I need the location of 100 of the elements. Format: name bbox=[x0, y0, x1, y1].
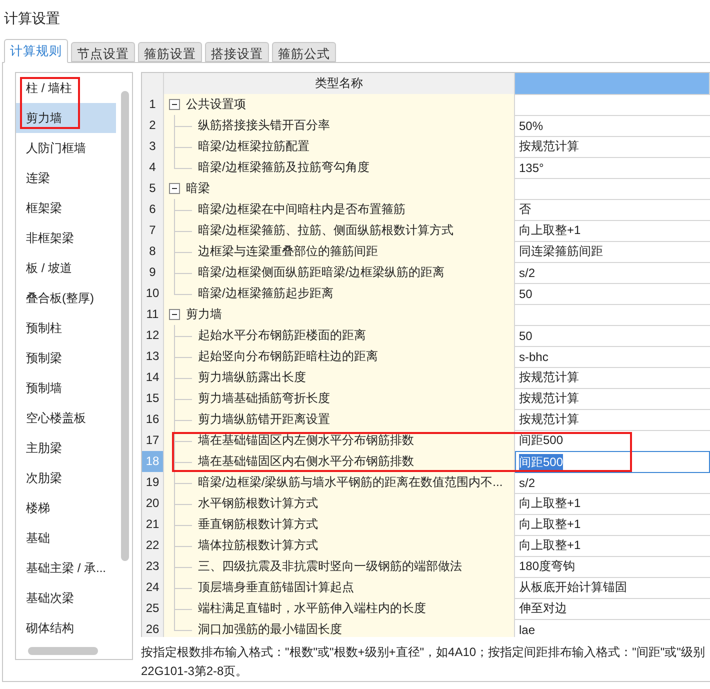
setting-value[interactable]: 按规范计算 bbox=[515, 367, 710, 389]
setting-name: 纵筋搭接接头错开百分率 bbox=[198, 117, 330, 134]
setting-name: 暗梁/边框梁拉筋配置 bbox=[198, 138, 310, 155]
setting-value[interactable]: s/2 bbox=[515, 472, 710, 494]
setting-name: 三、四级抗震及非抗震时竖向一级钢筋的端部做法 bbox=[198, 558, 462, 575]
row-number: 25 bbox=[142, 598, 164, 620]
row-number: 20 bbox=[142, 493, 164, 515]
setting-value[interactable]: 135° bbox=[515, 157, 710, 179]
setting-value[interactable]: 间距500 bbox=[515, 430, 710, 452]
category-item[interactable]: 叠合板(整厚) bbox=[16, 283, 116, 313]
category-item[interactable]: 基础主梁 / 承... bbox=[16, 553, 116, 583]
setting-name: 起始水平分布钢筋距楼面的距离 bbox=[198, 327, 366, 344]
tree-line bbox=[174, 472, 192, 493]
setting-value[interactable]: 伸至对边 bbox=[515, 598, 710, 620]
setting-value[interactable]: 按规范计算 bbox=[515, 409, 710, 431]
category-item[interactable]: 预制墙 bbox=[16, 373, 116, 403]
setting-value[interactable]: lae bbox=[515, 619, 710, 637]
scrollbar-thumb[interactable] bbox=[121, 91, 129, 561]
setting-name: 端柱满足直锚时，水平筋伸入端柱内的长度 bbox=[198, 600, 426, 617]
setting-value[interactable]: 否 bbox=[515, 199, 710, 221]
window-title: 计算设置 bbox=[3, 9, 61, 28]
setting-name: 垂直钢筋根数计算方式 bbox=[198, 516, 318, 533]
category-item[interactable]: 基础 bbox=[16, 523, 116, 553]
row-number: 3 bbox=[142, 136, 164, 158]
setting-value[interactable]: s/2 bbox=[515, 262, 710, 284]
setting-name: 墙体拉筋根数计算方式 bbox=[198, 537, 318, 554]
tree-line bbox=[174, 199, 192, 220]
row-number: 16 bbox=[142, 409, 164, 431]
row-number: 24 bbox=[142, 577, 164, 599]
tree-line bbox=[174, 556, 192, 577]
setting-value[interactable]: 向上取整+1 bbox=[515, 220, 710, 242]
category-item[interactable]: 主肋梁 bbox=[16, 433, 116, 463]
setting-name: 暗梁/边框梁侧面纵筋距暗梁/边框梁纵筋的距离 bbox=[198, 264, 445, 281]
tree-line bbox=[174, 262, 192, 283]
setting-value[interactable]: 向上取整+1 bbox=[515, 535, 710, 557]
tab[interactable]: 计算规则 bbox=[4, 39, 68, 63]
setting-value[interactable]: 180度弯钩 bbox=[515, 556, 710, 578]
setting-value[interactable]: 50 bbox=[515, 325, 710, 347]
setting-name: 剪力墙基础插筋弯折长度 bbox=[198, 390, 330, 407]
category-item[interactable]: 板 / 坡道 bbox=[16, 253, 116, 283]
collapse-icon[interactable] bbox=[169, 183, 180, 194]
setting-name: 洞口加强筋的最小锚固长度 bbox=[198, 621, 342, 637]
setting-name: 墙在基础锚固区内右侧水平分布钢筋排数 bbox=[198, 453, 414, 470]
row-number: 13 bbox=[142, 346, 164, 368]
row-number: 17 bbox=[142, 430, 164, 452]
category-item[interactable]: 砌体结构 bbox=[16, 613, 116, 643]
setting-value[interactable]: s-bhc bbox=[515, 346, 710, 368]
tree-line bbox=[174, 241, 192, 262]
setting-name: 墙在基础锚固区内左侧水平分布钢筋排数 bbox=[198, 432, 414, 449]
category-item[interactable]: 空心楼盖板 bbox=[16, 403, 116, 433]
tree-line bbox=[174, 493, 192, 514]
scrollbar-thumb[interactable] bbox=[28, 647, 98, 655]
tree-line bbox=[174, 115, 192, 136]
tree-line bbox=[174, 325, 192, 346]
category-item[interactable]: 预制柱 bbox=[16, 313, 116, 343]
column-header[interactable]: 类型名称 bbox=[164, 73, 515, 95]
row-number: 2 bbox=[142, 115, 164, 137]
tab[interactable]: 搭接设置 bbox=[205, 42, 269, 62]
setting-value[interactable]: 按规范计算 bbox=[515, 136, 710, 158]
collapse-icon[interactable] bbox=[169, 309, 180, 320]
tree-line bbox=[174, 346, 192, 367]
category-item[interactable]: 人防门框墙 bbox=[16, 133, 116, 163]
tab[interactable]: 箍筋公式 bbox=[272, 42, 336, 62]
group-label: 剪力墙 bbox=[186, 306, 222, 323]
tree-line bbox=[174, 388, 192, 409]
tab[interactable]: 节点设置 bbox=[71, 42, 135, 62]
category-item[interactable]: 非框架梁 bbox=[16, 223, 116, 253]
hint-text: 按指定根数排布输入格式："根数"或"根数+级别+直径"，如4A10；按指定间距排布输入格式："间距"或"级别 22G101-3第2-8页。 bbox=[141, 644, 706, 680]
category-item[interactable]: 柱 / 墙柱 bbox=[16, 73, 116, 103]
category-item[interactable]: 次肋梁 bbox=[16, 463, 116, 493]
setting-name: 暗梁/边框梁/梁纵筋与墙水平钢筋的距离在数值范围内不... bbox=[198, 474, 503, 491]
setting-value[interactable]: 从板底开始计算锚固 bbox=[515, 577, 710, 599]
setting-value[interactable]: 向上取整+1 bbox=[515, 514, 710, 536]
category-item[interactable]: 框架梁 bbox=[16, 193, 116, 223]
tab[interactable]: 箍筋设置 bbox=[138, 42, 202, 62]
tree-line bbox=[174, 451, 192, 472]
setting-value[interactable]: 按规范计算 bbox=[515, 388, 710, 410]
setting-value[interactable]: 间距500 bbox=[515, 451, 710, 473]
setting-value[interactable]: 50% bbox=[515, 115, 710, 137]
header-corner bbox=[142, 73, 164, 95]
tree-line bbox=[174, 409, 192, 430]
setting-value[interactable]: 50 bbox=[515, 283, 710, 305]
row-number: 6 bbox=[142, 199, 164, 221]
tree-line bbox=[174, 220, 192, 241]
tree-line bbox=[174, 535, 192, 556]
collapse-icon[interactable] bbox=[169, 99, 180, 110]
category-item[interactable]: 楼梯 bbox=[16, 493, 116, 523]
category-item[interactable]: 预制梁 bbox=[16, 343, 116, 373]
category-item[interactable]: 剪力墙 bbox=[16, 103, 116, 133]
row-number: 1 bbox=[142, 94, 164, 116]
row-number: 14 bbox=[142, 367, 164, 389]
setting-value[interactable]: 同连梁箍筋间距 bbox=[515, 241, 710, 263]
category-item[interactable]: 连梁 bbox=[16, 163, 116, 193]
setting-value[interactable]: 向上取整+1 bbox=[515, 493, 710, 515]
setting-name: 暗梁/边框梁箍筋、拉筋、侧面纵筋根数计算方式 bbox=[198, 222, 454, 239]
tree-line bbox=[174, 367, 192, 388]
tree-line bbox=[174, 577, 192, 598]
row-number: 5 bbox=[142, 178, 164, 200]
row-number: 9 bbox=[142, 262, 164, 284]
category-item[interactable]: 基础次梁 bbox=[16, 583, 116, 613]
